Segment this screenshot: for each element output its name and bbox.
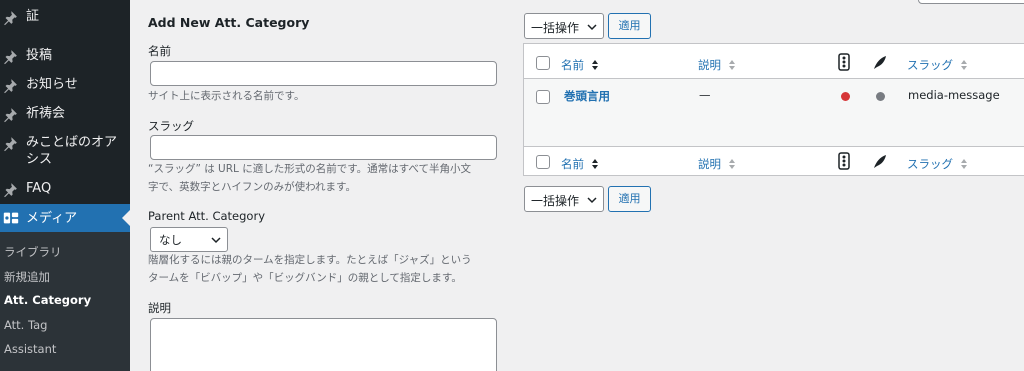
- slug-input[interactable]: [150, 135, 497, 160]
- name-description: サイト上に表示される名前です。: [148, 90, 305, 102]
- chevron-down-icon: [587, 24, 597, 31]
- sort-icon: [729, 158, 736, 169]
- traffic-light-icon: [838, 152, 850, 170]
- sidebar-item-faq[interactable]: FAQ: [0, 180, 130, 198]
- column-header-slug[interactable]: スラッグ: [907, 54, 968, 73]
- column-description-label: 説明: [698, 58, 721, 72]
- submenu-item-att-tag[interactable]: Att. Tag: [4, 318, 47, 332]
- count-dot: [876, 92, 885, 101]
- pin-icon: [4, 79, 17, 94]
- sidebar-item-label: 祈祷会: [26, 106, 66, 121]
- slug-description-line1: “スラッグ” は URL に適した形式の名前です。通常はすべて半角小文: [148, 163, 472, 175]
- submenu-item-add-new[interactable]: 新規追加: [4, 269, 50, 285]
- submenu-item-library[interactable]: ライブラリ: [4, 244, 62, 260]
- term-slug: media-message: [908, 88, 1000, 102]
- parent-select-value: なし: [159, 233, 182, 247]
- apply-button-top[interactable]: 適用: [608, 13, 651, 39]
- feather-icon: [874, 155, 886, 168]
- pin-icon: [4, 183, 17, 198]
- submenu-item-assistant[interactable]: Assistant: [4, 342, 56, 356]
- description-textarea[interactable]: [150, 318, 497, 371]
- sidebar-item-prayer-meeting[interactable]: 祈祷会: [0, 105, 130, 123]
- sort-icon: [592, 158, 599, 169]
- name-label: 名前: [148, 44, 171, 58]
- sidebar-item-label: みことばのオアシス: [26, 135, 118, 167]
- table-row: 巻頭言用 — media-message: [524, 79, 1024, 146]
- bulk-actions-select-bottom[interactable]: 一括操作: [524, 186, 604, 212]
- bulk-actions-select-top[interactable]: 一括操作: [524, 13, 604, 39]
- sidebar-item-label: 証: [26, 9, 40, 24]
- admin-sidebar: 証 投稿 お知らせ 祈祷会 みことばのオアシス FAQ メディア ライブラリ 新…: [0, 0, 130, 371]
- sidebar-item-posts[interactable]: 投稿: [0, 47, 130, 65]
- parent-select[interactable]: なし: [150, 227, 228, 252]
- column-footer-description[interactable]: 説明: [698, 153, 736, 172]
- chevron-down-icon: [211, 237, 221, 244]
- status-dot: [841, 92, 850, 101]
- pin-icon: [4, 50, 17, 65]
- sort-icon: [592, 59, 599, 70]
- select-all-checkbox[interactable]: [536, 56, 550, 70]
- parent-description-line1: 階層化するには親のタームを指定します。たとえば「ジャズ」という: [148, 254, 472, 266]
- media-submenu: ライブラリ 新規追加 Att. Category Att. Tag Assist…: [0, 232, 130, 371]
- slug-label: スラッグ: [148, 119, 194, 133]
- parent-label: Parent Att. Category: [148, 209, 265, 223]
- form-title: Add New Att. Category: [148, 15, 310, 30]
- term-description: —: [699, 88, 711, 102]
- sidebar-item-news[interactable]: お知らせ: [0, 76, 130, 94]
- term-name-link[interactable]: 巻頭言用: [564, 88, 610, 104]
- pin-icon: [4, 137, 17, 152]
- media-icon: [3, 212, 19, 224]
- search-input[interactable]: [918, 0, 1024, 4]
- column-name-label: 名前: [561, 58, 584, 72]
- column-description-label: 説明: [698, 157, 721, 171]
- apply-button-bottom[interactable]: 適用: [608, 186, 651, 212]
- footer-divider: [524, 146, 1024, 147]
- traffic-light-icon: [838, 53, 850, 71]
- sort-icon: [961, 158, 968, 169]
- sort-icon: [729, 59, 736, 70]
- active-menu-arrow: [122, 210, 130, 226]
- column-slug-label: スラッグ: [907, 58, 953, 72]
- column-footer-name[interactable]: 名前: [561, 153, 599, 172]
- column-header-name[interactable]: 名前: [561, 54, 599, 73]
- slug-description-line2: 字で、英数字とハイフンのみが使われます。: [148, 181, 357, 193]
- sidebar-item-label: お知らせ: [26, 77, 78, 92]
- select-all-checkbox-footer[interactable]: [536, 155, 550, 169]
- bulk-actions-value: 一括操作: [531, 21, 580, 35]
- column-name-label: 名前: [561, 157, 584, 171]
- sidebar-item-media[interactable]: メディア: [0, 204, 130, 232]
- bulk-actions-value: 一括操作: [531, 194, 580, 208]
- pin-icon: [4, 11, 17, 26]
- sidebar-item-testimony[interactable]: 証: [0, 8, 130, 26]
- terms-table: 名前 説明 スラッグ 巻頭言用 — media-message 名前 説明 スラ…: [523, 43, 1024, 176]
- name-input[interactable]: [150, 61, 497, 86]
- sort-icon: [961, 59, 968, 70]
- sidebar-item-oasis[interactable]: みことばのオアシス: [0, 134, 130, 168]
- feather-icon: [874, 56, 886, 69]
- column-slug-label: スラッグ: [907, 157, 953, 171]
- chevron-down-icon: [587, 197, 597, 204]
- description-label: 説明: [148, 301, 171, 315]
- column-header-description[interactable]: 説明: [698, 54, 736, 73]
- sidebar-item-label: メディア: [26, 210, 78, 226]
- submenu-item-att-category[interactable]: Att. Category: [4, 293, 91, 307]
- pin-icon: [4, 108, 17, 123]
- sidebar-item-label: 投稿: [26, 48, 53, 63]
- column-footer-slug[interactable]: スラッグ: [907, 153, 968, 172]
- sidebar-item-label: FAQ: [26, 181, 52, 196]
- row-checkbox[interactable]: [536, 90, 550, 104]
- parent-description-line2: タームを「ビバップ」や「ビッグバンド」の親として指定します。: [148, 272, 462, 284]
